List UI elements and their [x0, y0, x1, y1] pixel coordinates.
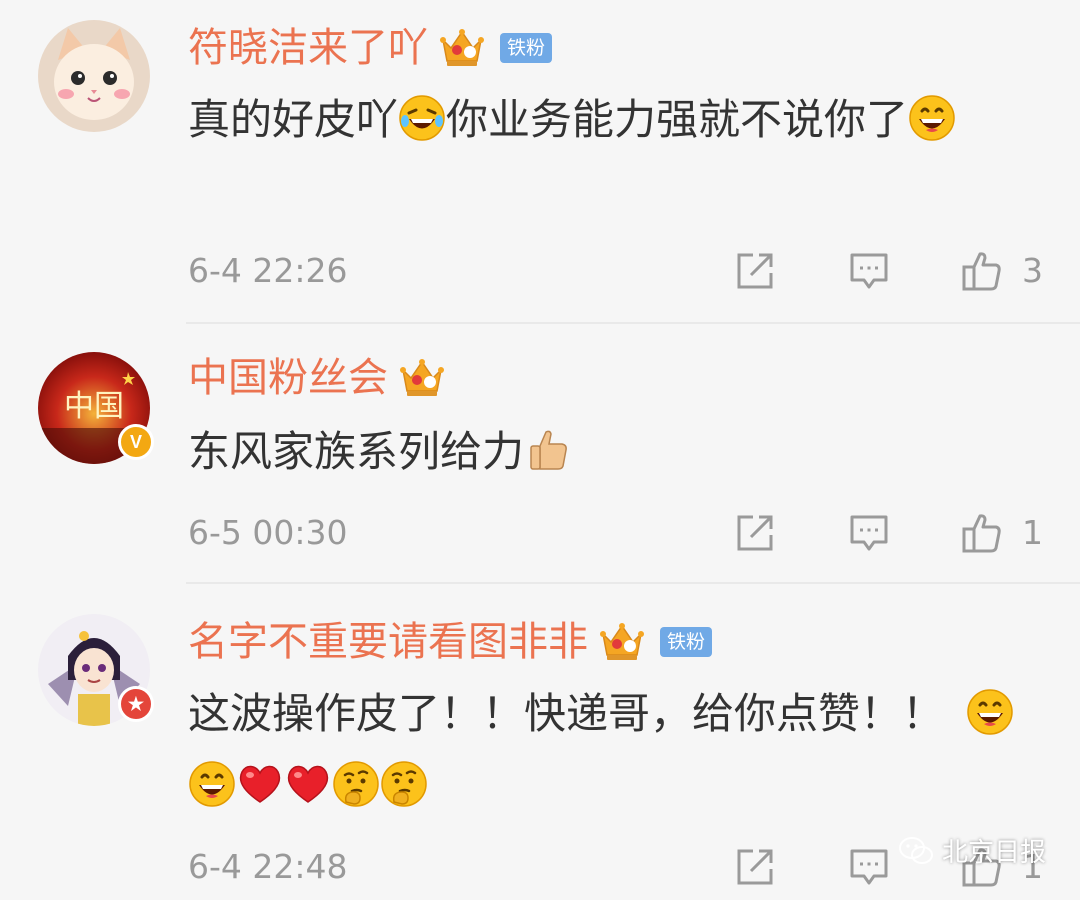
comment-meta: 6-5 00:30 1 — [188, 508, 1080, 558]
verified-badge: V — [118, 424, 154, 460]
avatar[interactable] — [38, 20, 150, 132]
username[interactable]: 中国粉丝会 — [188, 348, 388, 408]
thinking-emoji — [380, 760, 428, 808]
comment-text-part: 这波操作皮了！！快递哥，给你点赞！！ — [188, 689, 945, 738]
comment-item: 符晓洁来了吖 铁粉 真的好皮吖 你业务能力强就不说你了 6-4 22:26 3 — [0, 0, 1080, 322]
comment-text-part: 真的好皮吖 — [188, 95, 399, 144]
reply-icon[interactable] — [848, 846, 890, 888]
crown-icon — [440, 28, 484, 68]
wechat-icon — [898, 836, 933, 864]
cat-avatar-image — [38, 20, 150, 132]
timestamp: 6-4 22:26 — [188, 251, 348, 290]
heart-emoji — [284, 760, 332, 808]
timestamp: 6-4 22:48 — [188, 847, 348, 886]
like-count: 1 — [1022, 513, 1043, 552]
username[interactable]: 符晓洁来了吖 — [188, 18, 428, 78]
thinking-emoji — [332, 760, 380, 808]
like-count: 3 — [1022, 251, 1043, 290]
forward-icon[interactable] — [734, 512, 776, 554]
reply-icon[interactable] — [848, 250, 890, 292]
fan-badge: 铁粉 — [500, 33, 553, 63]
avatar-text: 中国 — [64, 389, 124, 424]
username[interactable]: 名字不重要请看图非非 — [188, 612, 588, 672]
comment-text: 真的好皮吖 你业务能力强就不说你了 — [188, 84, 1048, 156]
grin-emoji — [908, 94, 956, 142]
member-badge: ★ — [118, 686, 154, 722]
watermark: 北京日报 — [898, 832, 1046, 869]
fan-badge: 铁粉 — [660, 627, 713, 657]
crown-icon — [400, 358, 444, 398]
grin-emoji — [966, 688, 1014, 736]
watermark-label: 北京日报 — [941, 838, 1046, 868]
reply-icon[interactable] — [848, 512, 890, 554]
comment-text-part: 你业务能力强就不说你了 — [446, 95, 909, 144]
laughing-emoji — [398, 94, 446, 142]
avatar[interactable]: ★ — [38, 614, 154, 726]
timestamp: 6-5 00:30 — [188, 513, 348, 552]
avatar[interactable]: 中国 V — [38, 352, 154, 464]
like-icon[interactable] — [960, 250, 1002, 292]
like-icon[interactable] — [960, 512, 1002, 554]
thumbs-up-emoji — [524, 426, 572, 474]
forward-icon[interactable] — [734, 250, 776, 292]
forward-icon[interactable] — [734, 846, 776, 888]
comment-meta: 6-4 22:26 3 — [188, 246, 1080, 296]
crown-icon — [600, 622, 644, 662]
comment-text: 这波操作皮了！！快递哥，给你点赞！！ — [188, 678, 1048, 822]
heart-emoji — [236, 760, 284, 808]
comment-text-part: 东风家族系列给力 — [188, 427, 525, 476]
comment-text: 东风家族系列给力 — [188, 416, 1048, 488]
grin-emoji — [188, 760, 236, 808]
comment-item: 中国 V 中国粉丝会 东风家族系列给力 6-5 00:30 1 — [0, 324, 1080, 582]
